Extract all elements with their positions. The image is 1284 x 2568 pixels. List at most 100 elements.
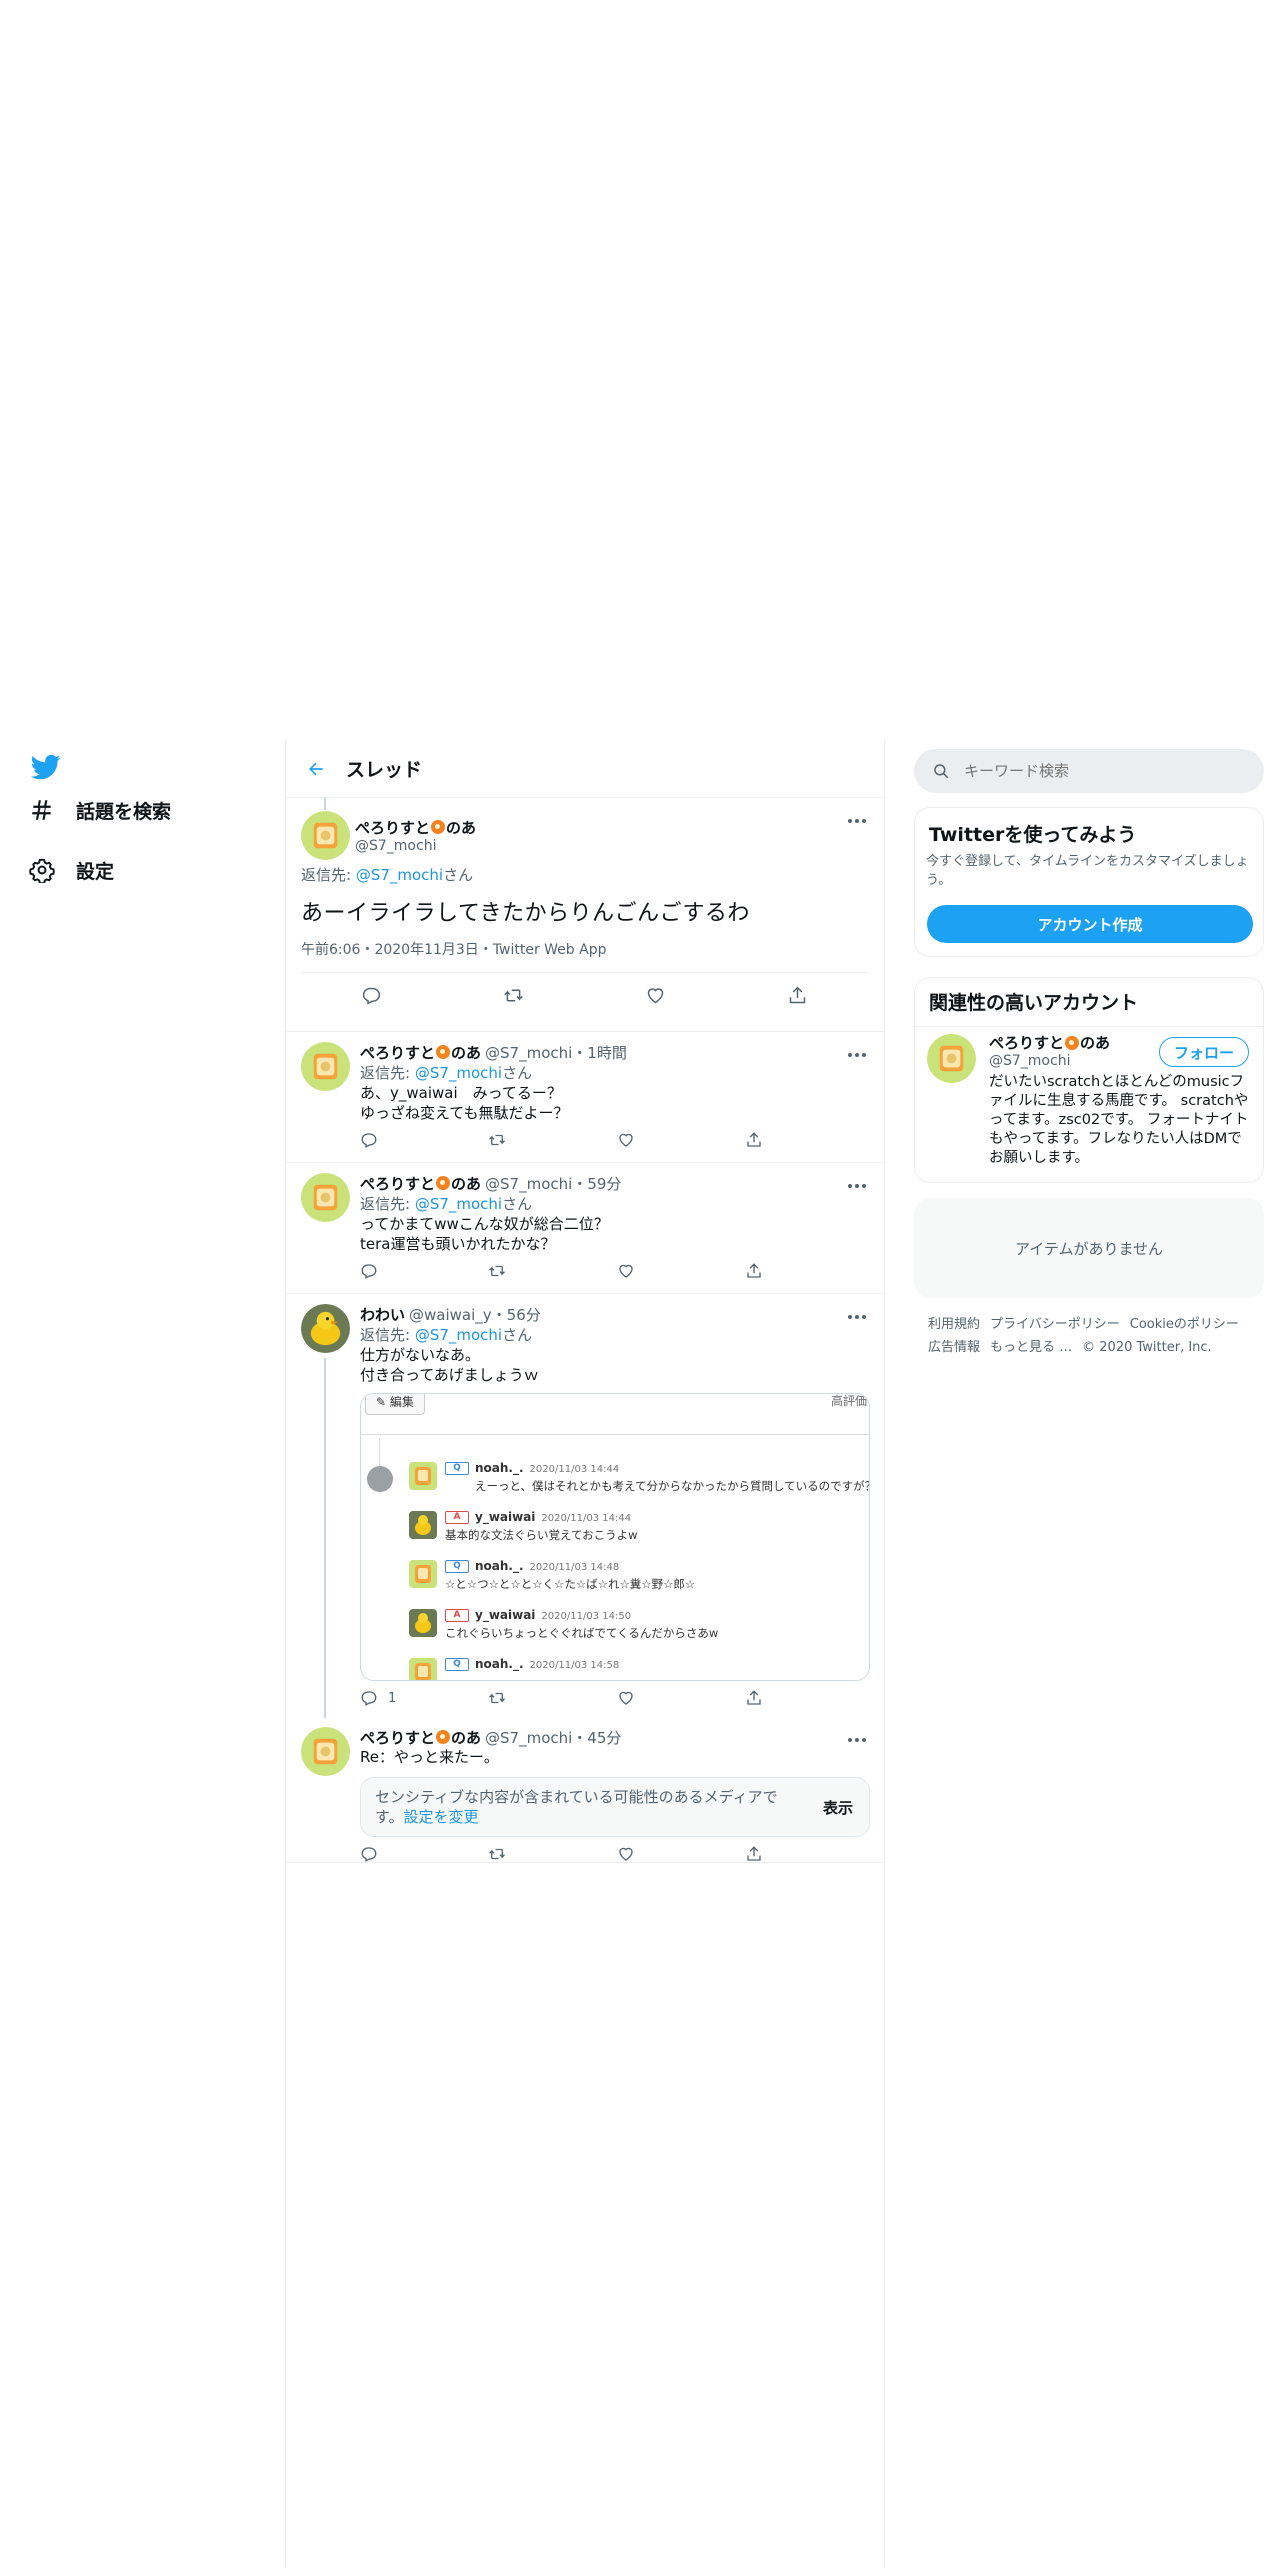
show-media-button[interactable]: 表示 — [823, 1797, 853, 1818]
tweet-actions — [360, 1254, 785, 1288]
user-handle[interactable]: @S7_mochi — [355, 838, 476, 854]
thread-connector — [324, 1358, 326, 1718]
user-handle-time[interactable]: @S7_mochi・1時間 — [485, 1042, 627, 1063]
more-options-icon[interactable] — [846, 810, 868, 824]
avatar[interactable] — [927, 1034, 976, 1083]
entry-message: これぐらいちょっとぐぐればでてくるんだからさあw — [445, 1626, 719, 1640]
retweet-icon[interactable] — [503, 985, 524, 1010]
create-account-button[interactable]: アカウント作成 — [927, 905, 1253, 943]
tweet-text: Re：やっと来たー。 — [360, 1748, 499, 1766]
back-button[interactable] — [286, 740, 346, 798]
reply-icon[interactable] — [361, 985, 382, 1010]
reply-tweet[interactable]: わわい @waiwai_y・56分 返信先: @S7_mochiさん 仕方がないな… — [286, 1294, 884, 1718]
entry-user: y_waiwai 2020/11/03 14:50 — [475, 1608, 631, 1622]
display-name[interactable]: ぺろりすと — [360, 1727, 435, 1748]
avatar[interactable] — [301, 1042, 350, 1091]
like-button[interactable] — [617, 1131, 657, 1149]
user-handle-time[interactable]: @S7_mochi・45分 — [485, 1727, 621, 1748]
reply-tweet[interactable]: ぺろりすと のあ @S7_mochi・45分 Re：やっと来たー。 センシティブな内… — [286, 1717, 884, 1863]
avatar[interactable] — [301, 1304, 350, 1353]
twitter-logo-icon[interactable] — [30, 752, 62, 782]
more-link[interactable]: もっと見る … — [990, 1340, 1072, 1355]
display-name[interactable]: ぺろりすと — [360, 1042, 435, 1063]
mini-avatar — [409, 1560, 437, 1588]
terms-link[interactable]: 利用規約 — [928, 1317, 980, 1332]
tweet-actions — [360, 1837, 785, 1871]
reply-button[interactable] — [360, 1845, 400, 1863]
share-icon — [747, 1690, 761, 1705]
search-box[interactable] — [914, 749, 1264, 793]
retweet-button[interactable] — [488, 1689, 528, 1707]
display-name-part[interactable]: のあ — [451, 1173, 481, 1194]
copyright: © 2020 Twitter, Inc. — [1082, 1340, 1212, 1355]
more-options-icon[interactable] — [846, 1729, 868, 1743]
reply-button[interactable]: 1 — [360, 1689, 400, 1707]
reply-icon — [361, 1133, 377, 1148]
replying-prefix: 返信先: — [360, 1326, 415, 1344]
user-handle-time[interactable]: @waiwai_y・56分 — [409, 1304, 541, 1325]
like-button[interactable] — [617, 1845, 657, 1863]
more-options-icon[interactable] — [846, 1175, 868, 1189]
retweet-icon — [489, 1848, 506, 1860]
reply-button[interactable] — [360, 1262, 400, 1280]
privacy-link[interactable]: プライバシーポリシー — [990, 1317, 1120, 1332]
like-icon[interactable] — [645, 985, 666, 1010]
display-name-part[interactable]: のあ — [451, 1042, 481, 1063]
mini-avatar — [409, 1609, 437, 1637]
reply-tweet[interactable]: ぺろりすと のあ @S7_mochi・59分 返信先: @S7_mochiさん って… — [286, 1163, 884, 1294]
display-name[interactable]: ぺろりすと のあ — [355, 817, 476, 838]
user-handle-time[interactable]: @S7_mochi・59分 — [485, 1173, 621, 1194]
nav-explore[interactable]: 話題を検索 — [28, 790, 171, 830]
retweet-button[interactable] — [488, 1131, 528, 1149]
share-button[interactable] — [745, 1689, 785, 1707]
footer-links: 利用規約 プライバシーポリシー Cookieのポリシー 広告情報 もっと見る … © 2… — [928, 1313, 1258, 1359]
replying-handle-link[interactable]: @S7_mochi — [415, 1064, 502, 1082]
tweet-header: ぺろりすと のあ @S7_mochi・59分 — [360, 1173, 868, 1193]
reply-icon — [361, 1264, 377, 1279]
cookie-link[interactable]: Cookieのポリシー — [1130, 1317, 1239, 1332]
share-icon[interactable] — [787, 985, 808, 1010]
avatar[interactable] — [301, 1727, 350, 1776]
entry-date: 2020/11/03 14:50 — [541, 1611, 632, 1622]
more-options-icon[interactable] — [846, 1306, 868, 1320]
share-button[interactable] — [745, 1262, 785, 1280]
related-title: 関連性の高いアカウント — [929, 992, 1139, 1014]
display-name[interactable]: ぺろりすと — [360, 1173, 435, 1194]
like-button[interactable] — [617, 1262, 657, 1280]
attached-image-card[interactable]: ✎ 編集 高評価 Q noah._. 2020/11/03 14:44 えーっと、… — [360, 1393, 870, 1681]
more-options-icon[interactable] — [846, 1044, 868, 1058]
replying-handle-link[interactable]: @S7_mochi — [415, 1326, 502, 1344]
share-button[interactable] — [745, 1131, 785, 1149]
like-button[interactable] — [617, 1689, 657, 1707]
qa-entry: Q noah._. 2020/11/03 14:44 えーっと、僕はそれとかも考え… — [409, 1460, 869, 1500]
replying-prefix: 返信先: — [360, 1064, 415, 1082]
tweet-meta: 午前6:06・2020年11月3日・Twitter Web App — [301, 939, 868, 973]
share-button[interactable] — [745, 1845, 785, 1863]
avatar[interactable] — [301, 810, 350, 860]
like-icon — [618, 1847, 633, 1861]
retweet-button[interactable] — [488, 1262, 528, 1280]
display-name[interactable]: わわい — [360, 1304, 405, 1325]
reply-button[interactable] — [360, 1131, 400, 1149]
empty-trends: アイテムがありません — [914, 1198, 1264, 1298]
avatar[interactable] — [301, 1173, 350, 1222]
reply-tweet[interactable]: ぺろりすと のあ @S7_mochi・1時間 返信先: @S7_mochiさん あ、… — [286, 1032, 884, 1163]
replying-handle-link[interactable]: @S7_mochi — [415, 1195, 502, 1213]
nav-settings-label: 設定 — [76, 860, 115, 883]
follow-button[interactable]: フォロー — [1159, 1037, 1249, 1067]
display-name-part[interactable]: のあ — [451, 1727, 481, 1748]
retweet-button[interactable] — [488, 1845, 528, 1863]
replying-prefix: 返信先: — [301, 866, 356, 884]
change-settings-link[interactable]: 設定を変更 — [404, 1808, 479, 1826]
search-input[interactable] — [964, 762, 1224, 780]
gear-icon — [28, 856, 56, 884]
replying-to: 返信先: @S7_mochiさん — [360, 1193, 868, 1214]
entry-username: noah._. — [475, 1461, 524, 1475]
reply-count: 1 — [388, 1690, 397, 1706]
ads-info-link[interactable]: 広告情報 — [928, 1340, 980, 1355]
replying-suffix: さん — [443, 866, 474, 884]
emoji-badge-icon — [1065, 1035, 1080, 1050]
nav-settings[interactable]: 設定 — [28, 850, 114, 890]
answer-tag: A — [445, 1609, 469, 1622]
replying-handle-link[interactable]: @S7_mochi — [356, 866, 443, 884]
